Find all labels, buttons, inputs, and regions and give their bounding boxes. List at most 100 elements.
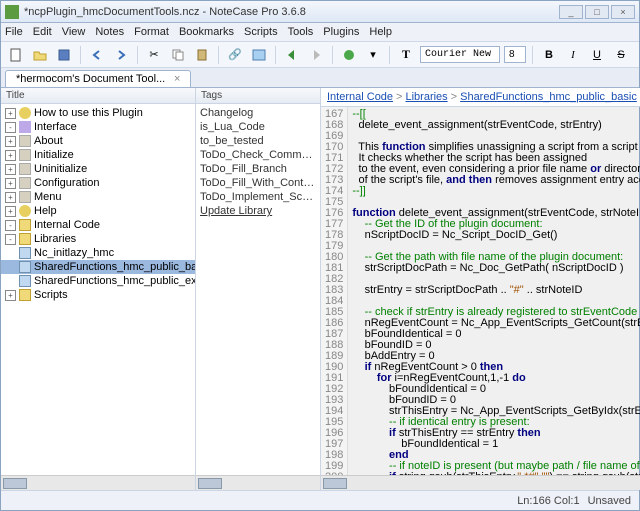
document-tree[interactable]: +How to use this Plugin-Interface+About+… [1,104,195,475]
breadcrumb-link[interactable]: Libraries [405,91,447,103]
tree-twisty[interactable]: - [5,220,16,231]
tree-icon [19,191,31,203]
tags-hscroll[interactable] [196,475,320,490]
tab-label: *hermocom's Document Tool... [16,73,165,85]
minimize-button[interactable]: _ [559,5,583,19]
tree-node[interactable]: +Menu [1,190,195,204]
tree-label: How to use this Plugin [34,107,143,119]
font-size-select[interactable] [504,46,526,63]
tree-node[interactable]: SharedFunctions_hmc_public_extended [1,274,195,288]
tag-item[interactable]: Changelog [200,106,316,120]
menu-edit[interactable]: Edit [33,26,52,38]
main-toolbar: ✂ 🔗 ▾ T B I U S [1,42,639,68]
breadcrumb-link[interactable]: SharedFunctions_hmc_public_basic [460,91,637,103]
tag-item[interactable]: is_Lua_Code [200,120,316,134]
tag-item[interactable]: ToDo_Fill_With_Content [200,176,316,190]
record-button[interactable] [339,45,359,65]
tree-twisty[interactable]: + [5,290,16,301]
tree-icon [19,149,31,161]
menu-plugins[interactable]: Plugins [323,26,359,38]
tag-item[interactable]: ToDo_Implement_Script [200,190,316,204]
dropdown-button[interactable]: ▾ [363,45,383,65]
forward-button[interactable] [306,45,326,65]
tag-item[interactable]: to_be_tested [200,134,316,148]
paste-button[interactable] [192,45,212,65]
tree-icon [19,261,31,273]
tree-node[interactable]: - Internal Code [1,218,195,232]
line-gutter: 167 168 169 170 171 172 173 174 175 176 … [321,107,348,475]
new-button[interactable] [6,45,26,65]
tree-twisty[interactable]: - [5,234,16,245]
menu-tools[interactable]: Tools [288,26,314,38]
cut-button[interactable]: ✂ [144,45,164,65]
menu-help[interactable]: Help [369,26,392,38]
tag-item[interactable]: Update Library [200,204,316,218]
tree-label: Internal Code [34,219,100,231]
tags-list[interactable]: Changelogis_Lua_Codeto_be_testedToDo_Che… [196,104,320,475]
open-button[interactable] [30,45,50,65]
link-button[interactable]: 🔗 [225,45,245,65]
tree-node[interactable]: + Initialize [1,148,195,162]
tree-node[interactable]: -Interface [1,120,195,134]
italic-button[interactable]: I [563,45,583,65]
image-button[interactable] [249,45,269,65]
tree-node[interactable]: + Uninitialize [1,162,195,176]
strike-button[interactable]: S [611,45,631,65]
editor-hscroll[interactable] [321,475,640,490]
tree-hscroll[interactable] [1,475,195,490]
tree-icon [19,163,31,175]
menu-view[interactable]: View [62,26,86,38]
menu-notes[interactable]: Notes [95,26,124,38]
tree-node[interactable]: +Help [1,204,195,218]
underline-button[interactable]: U [587,45,607,65]
redo-button[interactable] [111,45,131,65]
tab-close-icon[interactable]: × [174,73,180,85]
tree-node[interactable]: -Libraries [1,232,195,246]
tree-label: Uninitialize [34,163,87,175]
font-family-select[interactable] [420,46,500,63]
app-icon [5,5,19,19]
tree-icon [19,247,31,259]
tree-label: Nc_initlazy_hmc [34,247,114,259]
tree-twisty[interactable]: + [5,136,16,147]
tree-header: Title [1,88,195,104]
menu-format[interactable]: Format [134,26,169,38]
save-button[interactable] [54,45,74,65]
tree-twisty[interactable]: + [5,150,16,161]
font-color-button[interactable]: T [396,45,416,65]
tree-node[interactable]: SharedFunctions_hmc_public_basic [1,260,195,274]
document-tabs: *hermocom's Document Tool... × [1,68,639,88]
undo-button[interactable] [87,45,107,65]
tree-twisty[interactable]: + [5,178,16,189]
tree-label: Initialize [34,149,74,161]
back-button[interactable] [282,45,302,65]
tree-node[interactable]: Nc_initlazy_hmc [1,246,195,260]
tree-node[interactable]: +About [1,134,195,148]
menu-scripts[interactable]: Scripts [244,26,278,38]
tree-twisty[interactable]: - [5,122,16,133]
tree-icon [19,219,31,231]
maximize-button[interactable]: □ [585,5,609,19]
code-source[interactable]: --[[ delete_event_assignment(strEventCod… [348,107,640,475]
code-editor[interactable]: 167 168 169 170 171 172 173 174 175 176 … [321,107,640,475]
menu-file[interactable]: File [5,26,23,38]
breadcrumb: Internal Code>Libraries>SharedFunctions_… [321,88,640,107]
tree-node[interactable]: + How to use this Plugin [1,106,195,120]
copy-button[interactable] [168,45,188,65]
tree-twisty[interactable]: + [5,108,16,119]
tree-icon [19,289,31,301]
tree-twisty[interactable]: + [5,192,16,203]
tree-icon [19,121,31,133]
breadcrumb-link[interactable]: Internal Code [327,91,393,103]
tree-twisty[interactable]: + [5,206,16,217]
tag-item[interactable]: ToDo_Check_Commented [200,148,316,162]
tree-node[interactable]: +Scripts [1,288,195,302]
close-button[interactable]: × [611,5,635,19]
bold-button[interactable]: B [539,45,559,65]
tag-item[interactable]: ToDo_Fill_Branch [200,162,316,176]
tree-label: Configuration [34,177,99,189]
tab-active[interactable]: *hermocom's Document Tool... × [5,70,191,87]
menu-bookmarks[interactable]: Bookmarks [179,26,234,38]
tree-twisty[interactable]: + [5,164,16,175]
tree-node[interactable]: + Configuration [1,176,195,190]
